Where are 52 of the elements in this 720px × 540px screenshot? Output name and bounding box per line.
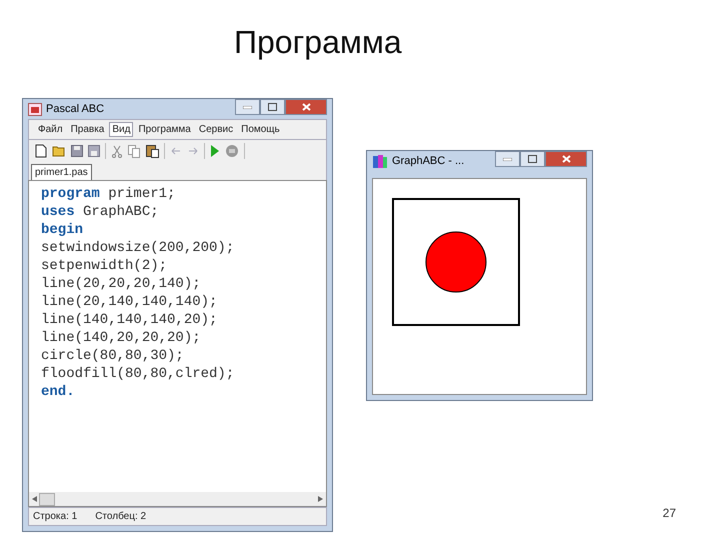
slide-title: Программа (234, 23, 403, 62)
minimize-button[interactable] (235, 99, 260, 115)
file-tab[interactable]: primer1.pas (31, 164, 92, 180)
close-button[interactable] (285, 99, 327, 115)
code-line: circle(80,80,30); (41, 347, 184, 365)
maximize-button[interactable] (520, 151, 545, 167)
code-line: floodfill(80,80,clred); (41, 365, 234, 383)
code-line: line(20,140,140,140); (41, 293, 218, 311)
run-icon[interactable] (210, 144, 220, 158)
code-editor[interactable] (28, 180, 327, 507)
status-text: Столбец: 2 (95, 511, 146, 522)
minimize-icon (243, 106, 252, 108)
code-line: end. (41, 383, 75, 401)
close-icon (302, 103, 310, 111)
minimize-icon (503, 158, 512, 160)
maximize-icon (268, 103, 277, 111)
save-all-icon[interactable] (88, 145, 100, 157)
minimize-button[interactable] (495, 151, 520, 167)
scissors-icon[interactable] (111, 144, 123, 158)
code-line: line(20,20,20,140); (41, 275, 201, 293)
code-line: uses GraphABC; (41, 203, 159, 221)
app-icon (372, 154, 388, 168)
code-line: begin (41, 221, 84, 239)
new-file-icon[interactable] (35, 144, 47, 158)
maximize-icon (528, 155, 537, 163)
window-title: Pascal ABC (46, 103, 106, 115)
horizontal-scrollbar[interactable] (29, 492, 326, 506)
status-text: Строка: 1 (33, 511, 78, 522)
code-line: setwindowsize(200,200); (41, 239, 234, 257)
menu-item[interactable]: Помощь (238, 122, 283, 137)
scrollbar-thumb[interactable] (39, 492, 55, 506)
scroll-left-icon[interactable] (32, 496, 37, 502)
app-icon (28, 102, 42, 116)
close-button[interactable] (545, 151, 587, 167)
code-line: setpenwidth(2); (41, 257, 168, 275)
page-number: 27 (662, 506, 676, 520)
code-line: program primer1; (41, 185, 176, 203)
menu-item[interactable]: Сервис (196, 122, 236, 137)
code-line: line(140,20,20,20); (41, 329, 201, 347)
maximize-button[interactable] (260, 99, 285, 115)
menu-item[interactable]: Вид (109, 122, 134, 137)
save-icon[interactable] (71, 145, 83, 157)
copy-icon[interactable] (128, 144, 141, 158)
menu-item[interactable]: Файл (35, 122, 66, 137)
window-title: GraphABC - ... (392, 155, 466, 167)
paste-icon[interactable] (146, 144, 159, 158)
code-line: line(140,140,140,20); (41, 311, 218, 329)
menu-item[interactable]: Программа (135, 122, 194, 137)
folder-icon[interactable] (52, 145, 66, 157)
close-icon (562, 155, 570, 163)
menu-item[interactable]: Правка (68, 122, 108, 137)
scroll-right-icon[interactable] (318, 496, 323, 502)
